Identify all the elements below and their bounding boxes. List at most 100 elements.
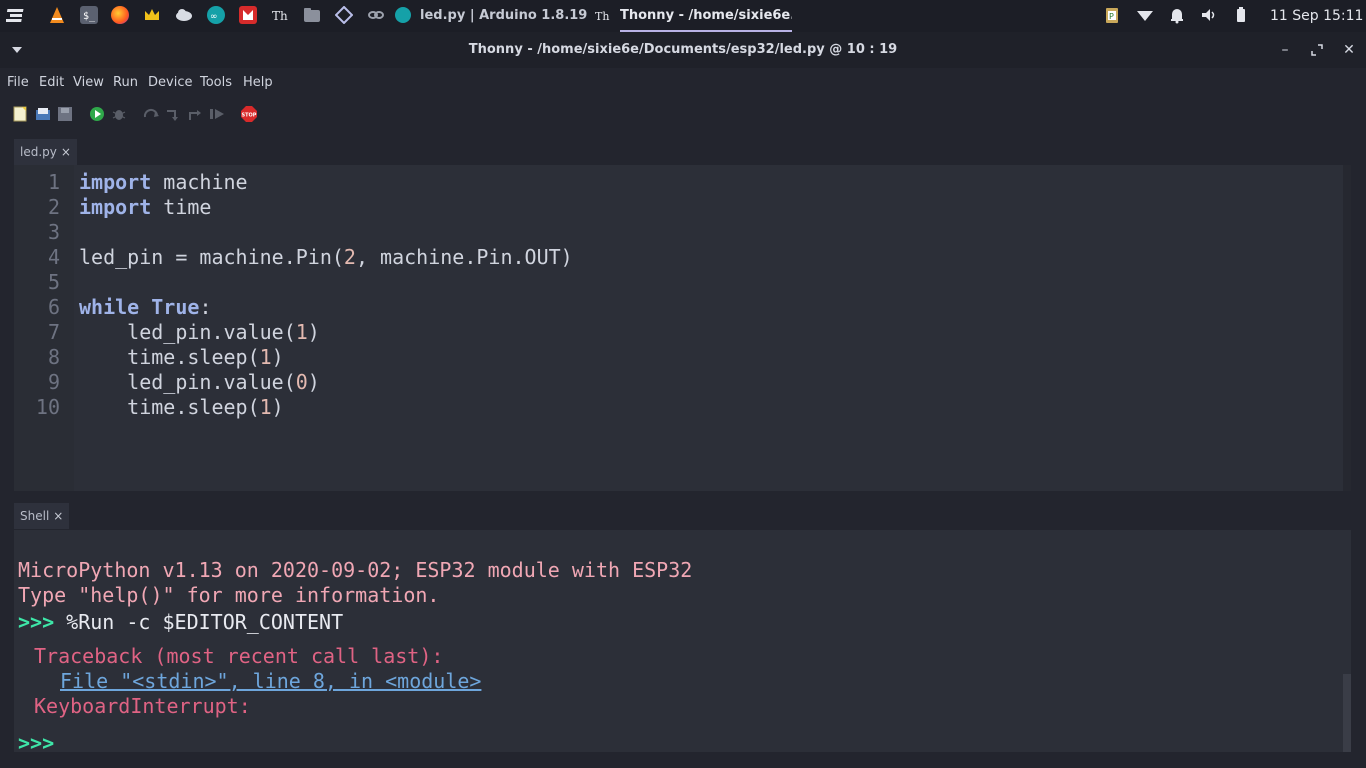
shell-prompt: >>>: [18, 610, 55, 634]
line-number: 6: [47, 295, 60, 319]
code-text: led_pin.value(: [79, 370, 296, 394]
number-literal: 2: [343, 245, 356, 269]
terminal-icon[interactable]: $_: [80, 6, 98, 24]
wifi-icon[interactable]: [1136, 6, 1154, 24]
task-thonny[interactable]: Thonny - /home/sixie6e...: [620, 0, 792, 32]
menu-edit[interactable]: Edit: [39, 68, 64, 98]
number-literal: 1: [295, 320, 308, 344]
editor-scrollbar[interactable]: [1343, 165, 1351, 491]
notification-bell-icon[interactable]: [1168, 6, 1186, 24]
files-icon[interactable]: [303, 6, 321, 24]
window-title: Thonny - /home/sixie6e/Documents/esp32/l…: [468, 42, 898, 57]
line-number: 1: [47, 170, 60, 194]
code-text: ): [271, 395, 284, 419]
menu-file[interactable]: File: [7, 68, 29, 98]
vlc-icon[interactable]: [48, 6, 66, 24]
code-line: led_pin.value(1): [79, 320, 320, 344]
crown-app-icon[interactable]: [143, 6, 161, 24]
svg-text:$_: $_: [83, 11, 96, 22]
code-text: time.sleep(: [79, 345, 260, 369]
system-taskbar: $_ ∞ Th led.py | Arduino 1.8.19 Th Thonn…: [0, 0, 1366, 32]
code-text: ): [271, 345, 284, 369]
shell-command-line: >>> %Run -c $EDITOR_CONTENT: [18, 610, 343, 634]
open-file-icon[interactable]: [35, 106, 51, 122]
stop-button[interactable]: STOP: [241, 106, 257, 122]
code-text: time: [151, 195, 212, 219]
tab-shell[interactable]: Shell ×: [14, 503, 70, 529]
shell-input-prompt[interactable]: >>>: [18, 731, 54, 755]
svg-text:∞: ∞: [210, 12, 218, 22]
code-text: :: [199, 295, 212, 319]
task-arduino[interactable]: led.py | Arduino 1.8.19: [420, 0, 587, 32]
step-into-icon: [165, 106, 181, 122]
tab-label: Shell: [20, 509, 50, 523]
menu-device[interactable]: Device: [148, 68, 192, 98]
code-editor[interactable]: 1 2 3 4 5 6 7 8 9 10 import machine impo…: [14, 165, 1351, 491]
number-literal: 1: [259, 345, 272, 369]
code-text: ): [307, 320, 320, 344]
close-button[interactable]: ✕: [1339, 40, 1359, 60]
cloud-app-icon[interactable]: [175, 6, 193, 24]
menu-help[interactable]: Help: [243, 68, 273, 98]
menu-bar: File Edit View Run Device Tools Help: [0, 68, 1366, 98]
red-app-icon[interactable]: [239, 6, 257, 24]
menu-tools[interactable]: Tools: [200, 68, 232, 98]
close-tab-icon[interactable]: ×: [53, 509, 63, 523]
new-file-icon[interactable]: [12, 106, 28, 122]
battery-icon[interactable]: [1232, 6, 1250, 24]
number-literal: 1: [259, 395, 272, 419]
svg-text:Th: Th: [595, 10, 609, 23]
shell-scrollbar[interactable]: [1343, 674, 1351, 752]
code-text: , machine.Pin.OUT): [355, 245, 573, 269]
svg-text:STOP: STOP: [242, 113, 257, 119]
editor-tabstrip: led.py ×: [0, 135, 1366, 165]
maximize-button[interactable]: [1307, 40, 1327, 60]
line-number: 3: [47, 220, 60, 244]
menu-run[interactable]: Run: [113, 68, 138, 98]
line-number-gutter: 1 2 3 4 5 6 7 8 9 10: [14, 165, 74, 491]
code-line: led_pin.value(0): [79, 370, 320, 394]
line-number: 9: [47, 370, 60, 394]
error-message: KeyboardInterrupt:: [34, 694, 251, 718]
step-over-icon: [143, 106, 159, 122]
window-titlebar: Thonny - /home/sixie6e/Documents/esp32/l…: [0, 32, 1366, 68]
number-literal: 0: [295, 370, 308, 394]
shell-command: %Run -c $EDITOR_CONTENT: [54, 610, 344, 634]
run-icon[interactable]: [89, 106, 105, 122]
tab-led-py[interactable]: led.py ×: [14, 139, 77, 165]
line-number: 2: [47, 195, 60, 219]
link-app-icon[interactable]: [367, 6, 385, 24]
code-text: led_pin.value(: [79, 320, 296, 344]
close-tab-icon[interactable]: ×: [61, 145, 71, 159]
line-number: 7: [47, 320, 60, 344]
code-line: import machine: [79, 170, 248, 194]
line-number: 10: [35, 395, 60, 419]
code-text: time.sleep(: [79, 395, 260, 419]
shell-banner: MicroPython v1.13 on 2020-09-02; ESP32 m…: [18, 558, 693, 582]
line-number: 5: [47, 270, 60, 294]
menu-view[interactable]: View: [73, 68, 104, 98]
code-line: led_pin = machine.Pin(2, machine.Pin.OUT…: [79, 245, 573, 269]
code-text: led_pin = machine.Pin(: [79, 245, 344, 269]
code-line: import time: [79, 195, 211, 219]
vector-app-icon[interactable]: [334, 5, 354, 25]
shell-tabstrip: Shell ×: [0, 499, 1366, 529]
keyword: import: [79, 170, 152, 194]
traceback-file-link[interactable]: File "<stdin>", line 8, in <module>: [60, 669, 481, 693]
keyword: import: [79, 195, 152, 219]
thonny-icon[interactable]: Th: [271, 6, 289, 24]
save-file-icon[interactable]: [57, 106, 73, 122]
step-out-icon: [187, 106, 203, 122]
minimize-button[interactable]: –: [1275, 40, 1295, 60]
debug-icon[interactable]: [111, 106, 127, 122]
code-line: time.sleep(1): [79, 345, 284, 369]
zorin-menu-icon[interactable]: [5, 6, 26, 24]
volume-icon[interactable]: [1200, 6, 1218, 24]
clipboard-icon[interactable]: P: [1103, 6, 1121, 24]
shell-console[interactable]: MicroPython v1.13 on 2020-09-02; ESP32 m…: [14, 530, 1351, 755]
firefox-icon[interactable]: [111, 6, 129, 24]
keyword: True: [151, 295, 200, 319]
arduino-icon[interactable]: ∞: [207, 6, 225, 24]
clock[interactable]: 11 Sep 15:11: [1270, 0, 1363, 32]
code-line: while True:: [79, 295, 211, 319]
